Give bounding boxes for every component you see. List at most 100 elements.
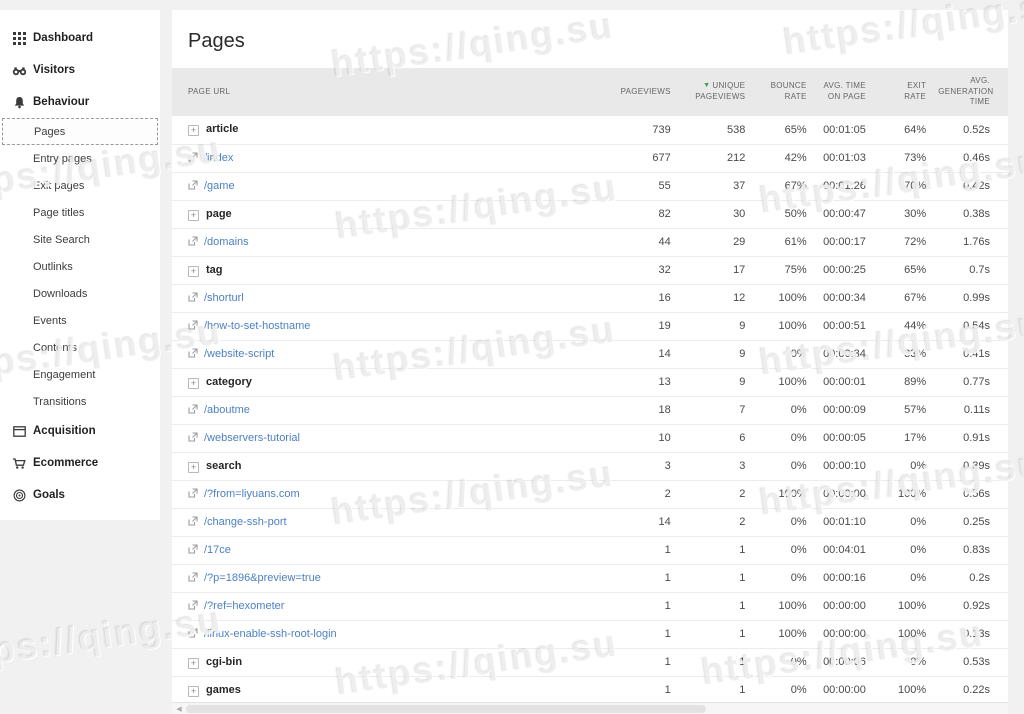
cart-icon: [12, 456, 26, 470]
bounce-rate-cell: 0%: [745, 508, 806, 536]
external-link-icon[interactable]: [188, 348, 204, 360]
sidebar-item-goals[interactable]: Goals: [0, 479, 160, 511]
exit-rate-cell: 17%: [866, 424, 926, 452]
avg-generation-cell: 0.83s: [926, 536, 1008, 564]
table-row: /game553767%00:01:2670%0.42s: [172, 172, 1008, 200]
sidebar-item-dashboard[interactable]: Dashboard: [0, 22, 160, 54]
sidebar-item-behaviour[interactable]: Behaviour: [0, 86, 160, 118]
external-link-icon[interactable]: [188, 292, 204, 304]
sidebar-item-outlinks[interactable]: Outlinks: [0, 253, 160, 280]
page-url-cell: /domains: [172, 228, 599, 256]
sidebar-item-downloads[interactable]: Downloads: [0, 280, 160, 307]
column-header-avg-time-on-page[interactable]: AVG. TIME ON PAGE: [807, 68, 866, 116]
page-url-link[interactable]: /linux-enable-ssh-root-login: [204, 628, 337, 640]
sidebar-item-label: Events: [33, 315, 67, 327]
folder-label[interactable]: article: [206, 123, 238, 135]
table-row: +page823050%00:00:4730%0.38s: [172, 200, 1008, 228]
sidebar-item-entry-pages[interactable]: Entry pages: [0, 145, 160, 172]
sidebar-item-label: Site Search: [33, 234, 90, 246]
page-url-link[interactable]: /change-ssh-port: [204, 516, 287, 528]
external-link-icon[interactable]: [188, 152, 204, 164]
sidebar-item-page-titles[interactable]: Page titles: [0, 199, 160, 226]
horizontal-scrollbar[interactable]: ◀: [172, 702, 1008, 714]
sidebar-item-site-search[interactable]: Site Search: [0, 226, 160, 253]
sidebar-item-label: Engagement: [33, 369, 95, 381]
page-url-link[interactable]: /17ce: [204, 544, 231, 556]
avg-generation-cell: 0.11s: [926, 396, 1008, 424]
avg-time-cell: 00:00:01: [807, 368, 866, 396]
expand-icon[interactable]: +: [188, 462, 199, 473]
page-url-link[interactable]: /aboutme: [204, 404, 250, 416]
column-header-exit-rate[interactable]: EXIT RATE: [866, 68, 926, 116]
table-row: +games110%00:00:00100%0.22s: [172, 676, 1008, 702]
avg-time-cell: 00:00:34: [807, 284, 866, 312]
exit-rate-cell: 0%: [866, 564, 926, 592]
page-url-link[interactable]: /?p=1896&preview=true: [204, 572, 321, 584]
pageviews-cell: 1: [599, 536, 671, 564]
expand-icon[interactable]: +: [188, 210, 199, 221]
page-url-link[interactable]: /?from=liyuans.com: [204, 488, 300, 500]
bounce-rate-cell: 42%: [745, 144, 806, 172]
external-link-icon[interactable]: [188, 180, 204, 192]
page-url-link[interactable]: /how-to-set-hostname: [204, 320, 310, 332]
bounce-rate-cell: 100%: [745, 312, 806, 340]
column-header-unique-pageviews[interactable]: ▼UNIQUE PAGEVIEWS: [671, 68, 746, 116]
page-url-cell: /17ce: [172, 536, 599, 564]
external-link-icon[interactable]: [188, 236, 204, 248]
sidebar-item-acquisition[interactable]: Acquisition: [0, 415, 160, 447]
unique-pageviews-cell: 212: [671, 144, 746, 172]
page-url-link[interactable]: /domains: [204, 236, 249, 248]
exit-rate-cell: 57%: [866, 396, 926, 424]
folder-label[interactable]: category: [206, 376, 252, 388]
external-link-icon[interactable]: [188, 572, 204, 584]
folder-label[interactable]: search: [206, 460, 241, 472]
exit-rate-cell: 0%: [866, 452, 926, 480]
sidebar-item-engagement[interactable]: Engagement: [0, 361, 160, 388]
grid-icon: [12, 31, 26, 45]
sidebar-item-label: Exit pages: [33, 180, 84, 192]
sidebar-item-label: Acquisition: [33, 425, 96, 437]
bounce-rate-cell: 0%: [745, 648, 806, 676]
external-link-icon[interactable]: [188, 432, 204, 444]
expand-icon[interactable]: +: [188, 266, 199, 277]
page-url-link[interactable]: /website-script: [204, 348, 274, 360]
sidebar-item-contents[interactable]: Contents: [0, 334, 160, 361]
scrollbar-thumb[interactable]: [186, 705, 706, 713]
table-row: /17ce110%00:04:010%0.83s: [172, 536, 1008, 564]
page-url-link[interactable]: /shorturl: [204, 292, 244, 304]
sidebar-item-transitions[interactable]: Transitions: [0, 388, 160, 415]
sidebar-item-visitors[interactable]: Visitors: [0, 54, 160, 86]
folder-label[interactable]: cgi-bin: [206, 656, 242, 668]
column-header-pageviews[interactable]: PAGEVIEWS: [599, 68, 671, 116]
external-link-icon[interactable]: [188, 516, 204, 528]
sidebar-item-ecommerce[interactable]: Ecommerce: [0, 447, 160, 479]
external-link-icon[interactable]: [188, 488, 204, 500]
external-link-icon[interactable]: [188, 628, 204, 640]
page-url-link[interactable]: /?ref=hexometer: [204, 600, 284, 612]
external-link-icon[interactable]: [188, 600, 204, 612]
external-link-icon[interactable]: [188, 320, 204, 332]
expand-icon[interactable]: +: [188, 686, 199, 697]
external-link-icon[interactable]: [188, 544, 204, 556]
expand-icon[interactable]: +: [188, 378, 199, 389]
sidebar-item-events[interactable]: Events: [0, 307, 160, 334]
column-header-page-url[interactable]: PAGE URL: [172, 68, 599, 116]
expand-icon[interactable]: +: [188, 658, 199, 669]
sidebar-item-pages[interactable]: Pages: [2, 118, 158, 145]
sidebar-item-label: Downloads: [33, 288, 87, 300]
scroll-left-arrow-icon[interactable]: ◀: [172, 705, 186, 713]
external-link-icon[interactable]: [188, 404, 204, 416]
sort-desc-icon: ▼: [703, 82, 710, 89]
page-url-link[interactable]: /index: [204, 152, 233, 164]
bounce-rate-cell: 0%: [745, 340, 806, 368]
folder-label[interactable]: tag: [206, 264, 223, 276]
folder-label[interactable]: games: [206, 684, 241, 696]
column-header-avg-generation-time[interactable]: AVG. GENERATION TIME: [926, 68, 1008, 116]
column-header-bounce-rate[interactable]: BOUNCE RATE: [745, 68, 806, 116]
expand-icon[interactable]: +: [188, 125, 199, 136]
page-url-link[interactable]: /game: [204, 180, 235, 192]
sidebar-item-exit-pages[interactable]: Exit pages: [0, 172, 160, 199]
page-url-link[interactable]: /webservers-tutorial: [204, 432, 300, 444]
window-icon: [12, 424, 26, 438]
folder-label[interactable]: page: [206, 208, 232, 220]
